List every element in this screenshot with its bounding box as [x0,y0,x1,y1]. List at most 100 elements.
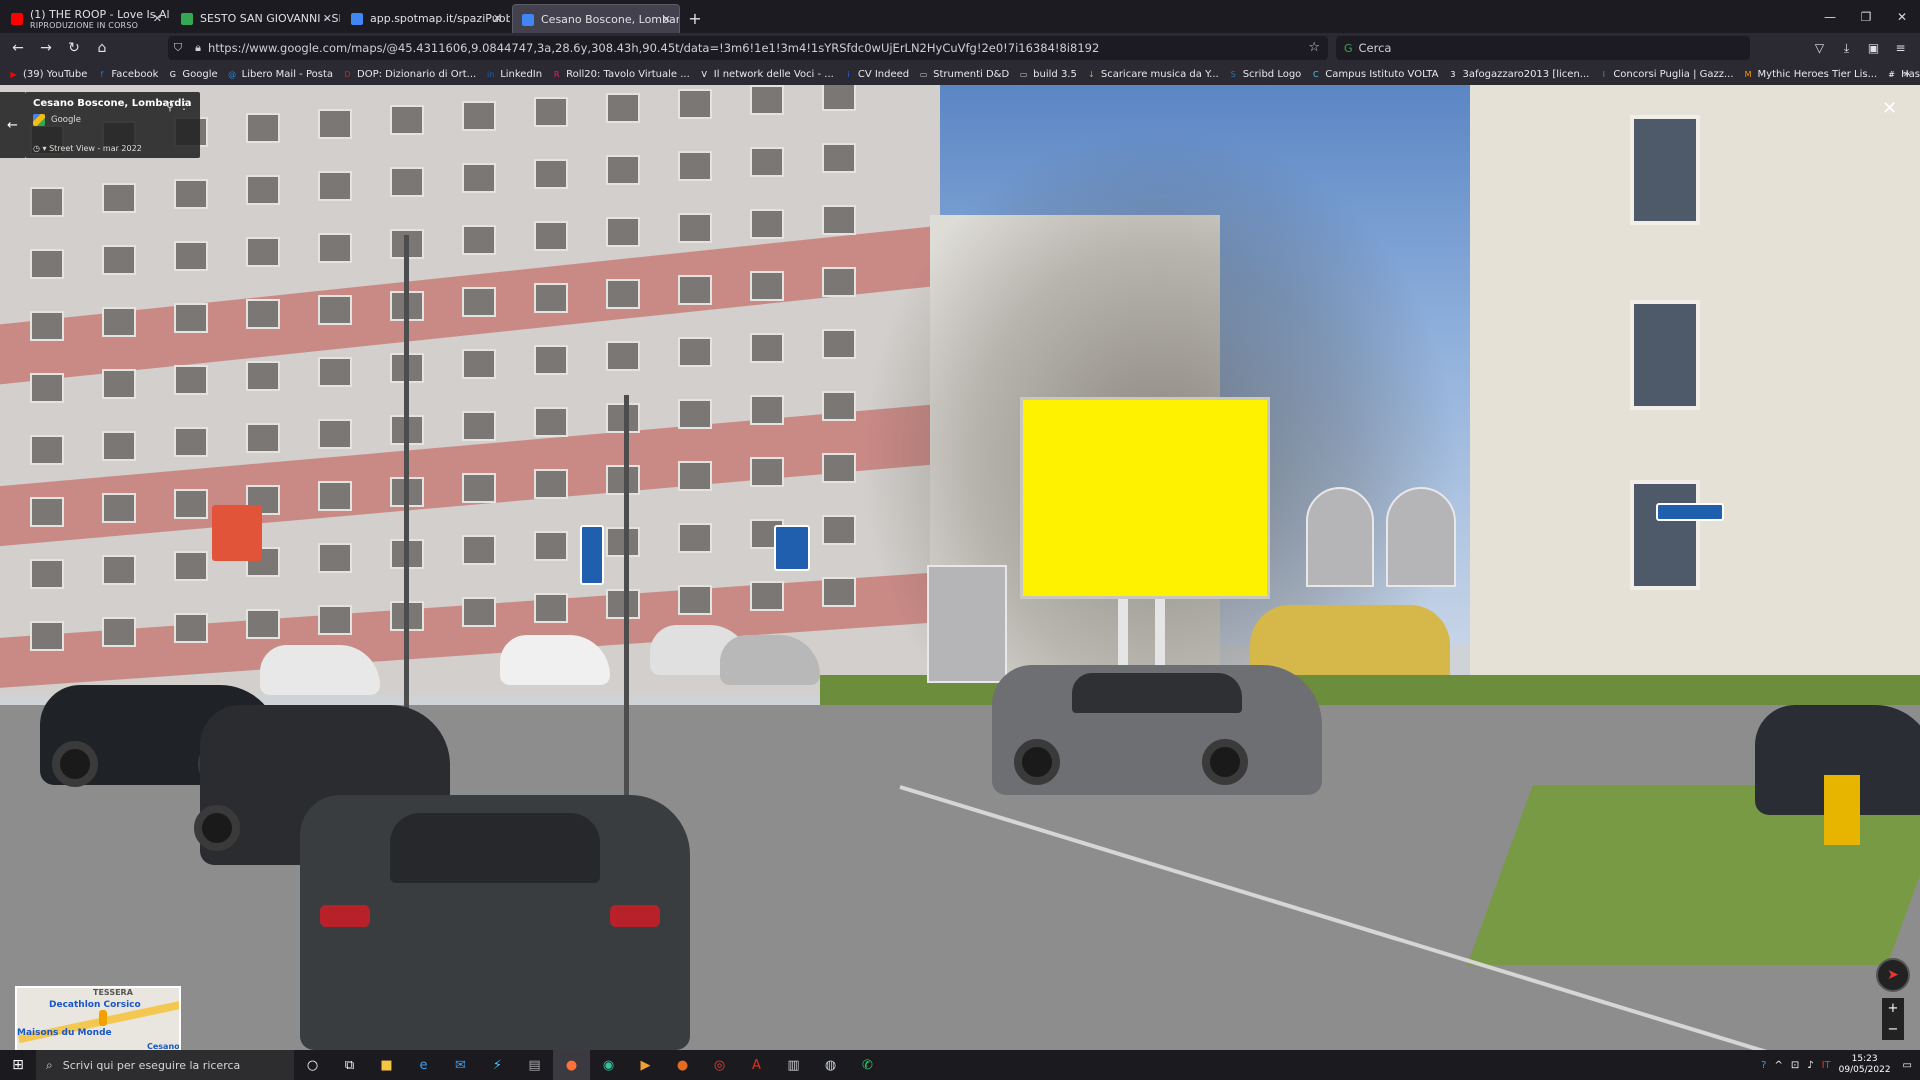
home-icon[interactable]: ⌂ [88,36,116,60]
shield-icon[interactable]: ⛉ [168,41,188,55]
building-window [462,287,496,317]
file-explorer-icon[interactable]: ■ [368,1050,405,1080]
back-arrow-icon[interactable]: ← [4,36,32,60]
clock-time: 15:23 [1851,1054,1878,1064]
tab-close-icon[interactable]: ✕ [153,12,162,25]
chrome-icon[interactable]: ◎ [701,1050,738,1080]
menu-icon[interactable]: ≡ [1887,36,1914,60]
bookmark-item[interactable]: S Scribd Logo [1228,69,1302,80]
bookmarks-overflow-icon[interactable]: » [1903,67,1910,80]
app-icon[interactable]: ▤ [516,1050,553,1080]
media-player-icon[interactable]: ▶ [627,1050,664,1080]
zoom-in-icon[interactable]: + [1888,1001,1899,1016]
cortana-icon[interactable]: ○ [294,1050,331,1080]
building-window [174,427,208,457]
tab-close-icon[interactable]: ✕ [493,12,502,25]
volume-icon[interactable]: ♪ [1807,1060,1813,1071]
whatsapp-icon[interactable]: ✆ [849,1050,886,1080]
app-icon[interactable]: ▥ [775,1050,812,1080]
mail-icon[interactable]: ✉ [442,1050,479,1080]
url-text[interactable]: https://www.google.com/maps/@45.4311606,… [208,41,1099,55]
bookmark-favicon-icon: D [344,69,351,79]
bookmark-item[interactable]: 3 3afogazzaro2013 [licen... [1447,69,1589,80]
extensions-icon[interactable]: ▣ [1860,36,1887,60]
bookmark-item[interactable]: ▭ build 3.5 [1018,69,1077,80]
bookmark-label: Facebook [111,68,159,80]
building-window [534,221,568,251]
forward-arrow-icon[interactable]: → [32,36,60,60]
tab-1[interactable]: (1) THE ROOP - Love Is All WeRIPRODUZION… [2,4,170,33]
bookmark-item[interactable]: ▶ (39) YouTube [8,69,87,80]
steam-icon[interactable]: ◍ [812,1050,849,1080]
bookmark-item[interactable]: I Concorsi Puglia | Gazz... [1598,69,1734,80]
language-icon[interactable]: IT [1822,1060,1831,1071]
firefox-icon[interactable]: ● [553,1050,590,1080]
close-icon[interactable]: ✕ [1884,0,1920,33]
building-window [462,411,496,441]
compass-icon[interactable]: ➤ [1876,958,1910,992]
building-window [462,535,496,565]
lock-icon[interactable]: 🔒︎ [188,41,208,55]
bookmark-star-icon[interactable]: ☆ [1308,40,1320,55]
notifications-icon[interactable]: ▭ [1903,1060,1912,1071]
minimize-icon[interactable]: — [1812,0,1848,33]
tab-2[interactable]: SESTO SAN GIOVANNI - SPOT_S✕ [172,4,340,33]
downloads-icon[interactable]: ⤓ [1833,36,1860,60]
search-input[interactable]: G Cerca [1336,36,1750,60]
windows-start-icon[interactable]: ⊞ [0,1050,36,1080]
bookmark-item[interactable]: R Roll20: Tavolo Virtuale ... [551,69,690,80]
tray-chevron-icon[interactable]: ^ [1774,1060,1782,1071]
task-view-icon[interactable]: ⧉ [331,1050,368,1080]
back-button[interactable]: ← [0,92,25,158]
reload-icon[interactable]: ↻ [60,36,88,60]
tab-4[interactable]: Cesano Boscone, Lombardia -✕ [512,4,680,33]
capture-date[interactable]: ◷ ▾ Street View - mar 2022 [33,144,142,153]
building-window [534,97,568,127]
bookmark-item[interactable]: in LinkedIn [485,69,542,80]
url-bar[interactable]: ⛉ 🔒︎ https://www.google.com/maps/@45.431… [168,36,1328,60]
grey-hatchback [300,795,690,1050]
building-window [462,597,496,627]
network-icon[interactable]: ⊡ [1791,1060,1799,1071]
pin-icon[interactable]: ⚲ [166,100,174,113]
bookmark-label: CV Indeed [857,68,910,80]
clock[interactable]: 15:23 09/05/2022 [1839,1054,1891,1076]
traffic-sign [580,525,604,585]
bookmark-item[interactable]: C Campus Istituto VOLTA [1310,69,1438,80]
bookmark-item[interactable]: M Mythic Heroes Tier Lis... [1743,69,1878,80]
building-window [174,613,208,643]
bookmark-item[interactable]: G Google [167,69,218,80]
pocket-icon[interactable]: ▽ [1806,36,1833,60]
taskbar-search[interactable]: ⌕ Scrivi qui per eseguire la ricerca [36,1050,294,1080]
window-controls: — ❐ ✕ [1812,0,1920,33]
bookmark-label: DOP: Dizionario di Ort... [357,68,477,80]
bookmark-item[interactable]: D DOP: Dizionario di Ort... [342,69,476,80]
minimap[interactable]: TESSERA Decathlon Corsico Maisons du Mon… [15,986,181,1052]
bookmark-item[interactable]: f Facebook [96,69,158,80]
tab-3[interactable]: app.spotmap.it/spaziPubblicita✕ [342,4,510,33]
bookmark-item[interactable]: V Il network delle Voci - ... [699,69,834,80]
app-icon[interactable]: ⚡ [479,1050,516,1080]
tab-favicon-icon [351,13,363,25]
bookmark-item[interactable]: ↓ Scaricare musica da Y... [1086,69,1219,80]
restore-icon[interactable]: ❐ [1848,0,1884,33]
bookmark-item[interactable]: ▭ Strumenti D&D [918,69,1009,80]
acrobat-icon[interactable]: A [738,1050,775,1080]
street-view-panorama[interactable]: ← Cesano Boscone, Lombardia Google ◷ ▾ S… [0,85,1920,1050]
bookmark-item[interactable]: i CV Indeed [843,69,909,80]
tab-close-icon[interactable]: ✕ [662,13,671,26]
zoom-out-icon[interactable]: − [1888,1022,1899,1037]
bookmark-item[interactable]: @ Libero Mail - Posta [227,69,333,80]
edge-legacy-icon[interactable]: e [405,1050,442,1080]
more-options-icon[interactable]: ⋮ [178,98,190,112]
bookmark-favicon-icon: ↓ [1087,69,1095,79]
bookmark-label: Campus Istituto VOLTA [1325,68,1439,80]
new-tab-button[interactable]: + [680,4,710,33]
tab-close-icon[interactable]: ✕ [323,12,332,25]
help-icon[interactable]: ? [1761,1060,1766,1071]
building-window [678,151,712,181]
close-street-view-icon[interactable]: ✕ [1882,98,1897,119]
edge-icon[interactable]: ◉ [590,1050,627,1080]
pegman-icon[interactable] [99,1010,107,1026]
app-icon[interactable]: ● [664,1050,701,1080]
